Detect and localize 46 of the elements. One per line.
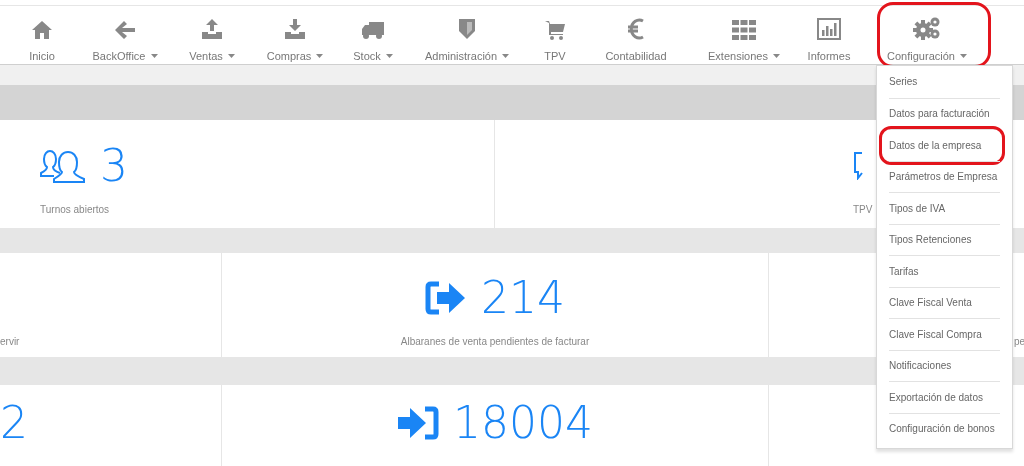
menu-item[interactable]: Datos para facturación bbox=[889, 106, 990, 122]
stat-value: 2 bbox=[0, 401, 28, 445]
stat-label: pe bbox=[1014, 335, 1024, 349]
nav-link[interactable]: Ventas bbox=[189, 49, 235, 63]
grid-icon bbox=[732, 20, 756, 40]
download-icon bbox=[284, 18, 306, 40]
stat-value: 3 bbox=[100, 144, 128, 188]
stat-label: TPV bbox=[853, 203, 873, 217]
stat-label: ervir bbox=[0, 335, 20, 349]
nav-link[interactable]: Configuración bbox=[887, 49, 967, 63]
stat-value: 214 bbox=[481, 276, 565, 320]
nav-link[interactable]: Inicio bbox=[29, 49, 55, 63]
menu-item[interactable]: Datos de la empresa bbox=[889, 137, 982, 153]
nav-link[interactable]: Stock bbox=[353, 49, 393, 63]
arrow-left-icon bbox=[114, 20, 136, 40]
home-icon bbox=[31, 20, 53, 40]
menu-item[interactable]: Tipos Retenciones bbox=[889, 232, 972, 248]
menu-item[interactable]: Notificaciones bbox=[889, 358, 952, 374]
menu-item[interactable]: Configuración de bonos bbox=[889, 421, 995, 437]
menu-item[interactable]: Exportación de datos bbox=[889, 389, 983, 405]
cart-icon bbox=[544, 20, 566, 40]
gears-icon bbox=[913, 16, 941, 40]
nav-link[interactable]: Contabilidad bbox=[605, 49, 667, 63]
menu-item[interactable]: Clave Fiscal Compra bbox=[889, 326, 982, 342]
menu-item[interactable]: Tarifas bbox=[889, 263, 919, 279]
menu-item[interactable]: Clave Fiscal Venta bbox=[889, 295, 972, 311]
users-icon bbox=[40, 149, 86, 183]
shield-icon bbox=[458, 18, 476, 40]
euro-icon bbox=[627, 18, 645, 40]
nav-link[interactable]: Compras bbox=[266, 49, 324, 63]
stat-label: Turnos abiertos bbox=[40, 203, 110, 217]
menu-item[interactable]: Tipos de IVA bbox=[889, 200, 946, 216]
upload-icon bbox=[201, 18, 223, 40]
menu-item[interactable]: Parámetros de Empresa bbox=[889, 169, 998, 185]
sign-out-icon bbox=[425, 281, 467, 315]
menu-item[interactable]: Series bbox=[889, 74, 918, 90]
bar-chart-icon bbox=[817, 18, 841, 40]
truck-icon bbox=[361, 20, 385, 40]
stat-value: 18004 bbox=[453, 401, 593, 445]
stat-label: Albaranes de venta pendientes de facturar bbox=[400, 335, 590, 349]
nav-link[interactable]: TPV bbox=[544, 49, 566, 63]
nav-link[interactable]: Extensiones bbox=[708, 49, 780, 63]
nav-link[interactable]: Administración bbox=[424, 49, 510, 63]
sign-in-icon bbox=[397, 406, 439, 440]
nav-link[interactable]: Informes bbox=[807, 49, 851, 63]
nav-link[interactable]: BackOffice bbox=[92, 49, 158, 63]
